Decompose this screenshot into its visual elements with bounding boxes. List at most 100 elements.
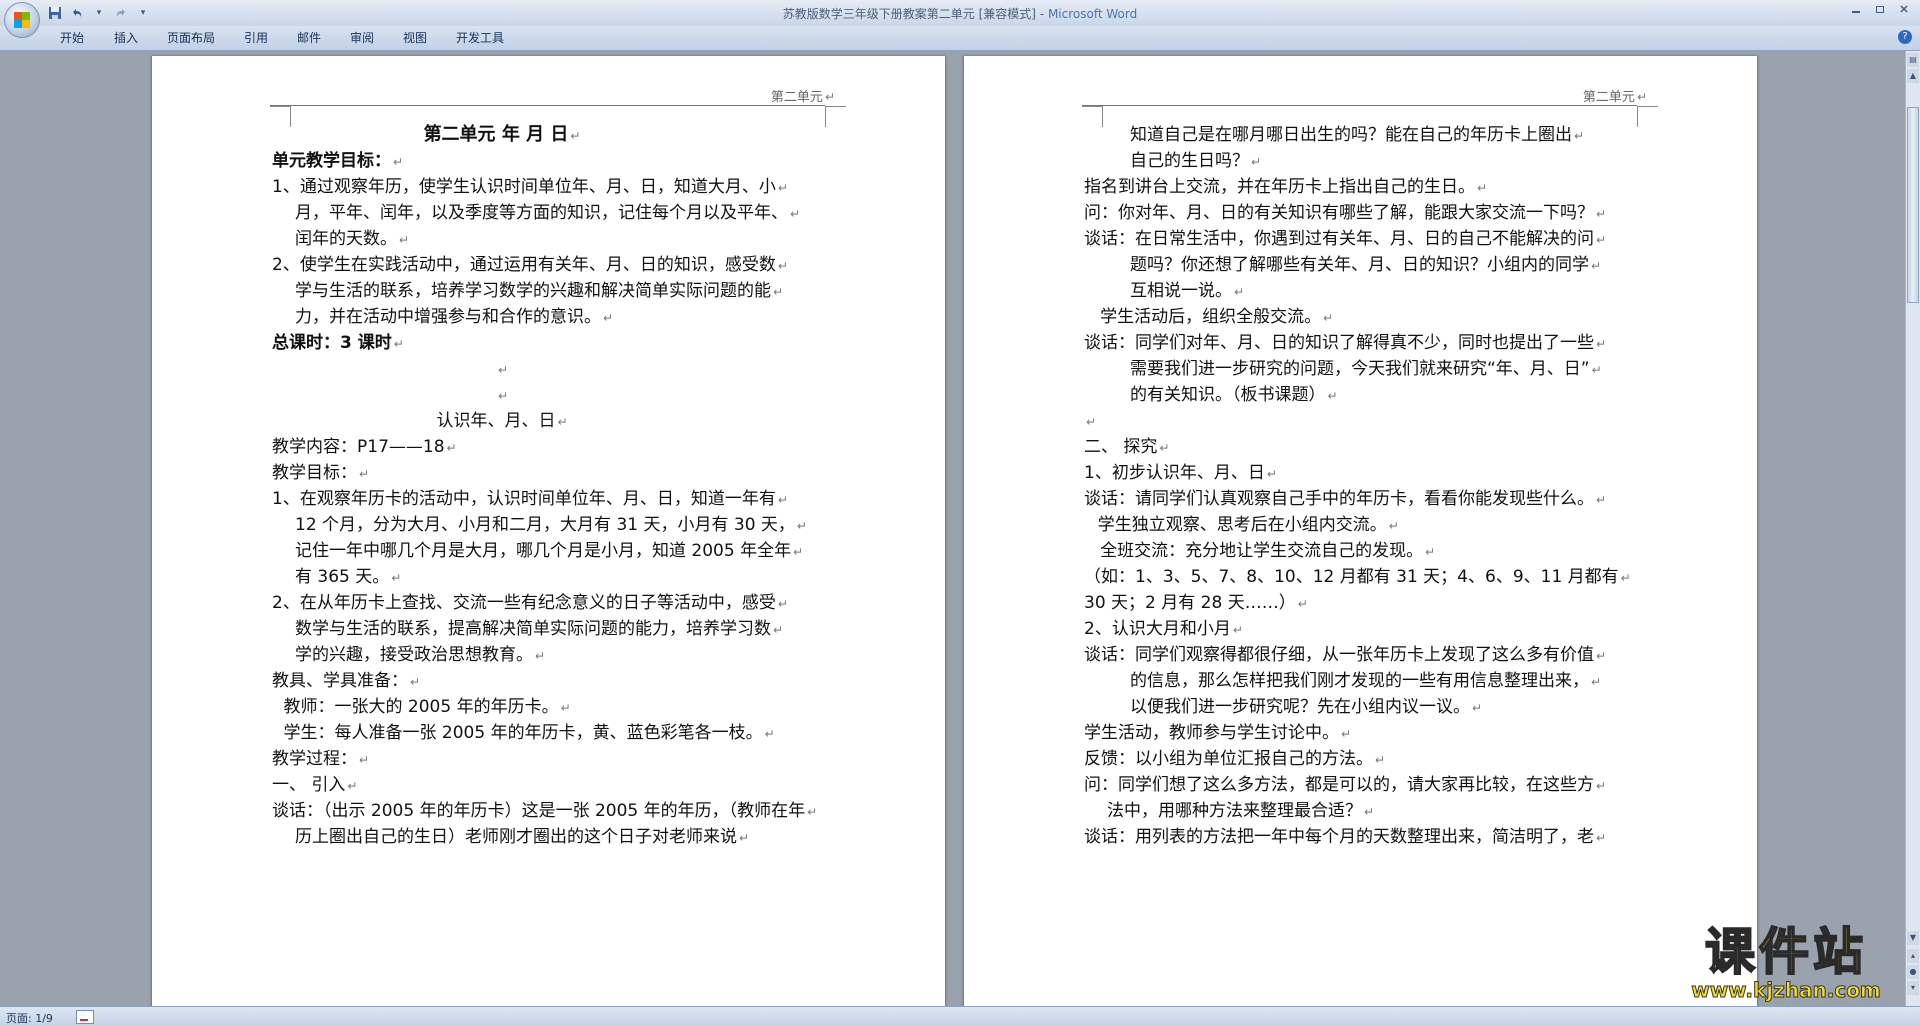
- paragraph-mark-icon: ↵: [1596, 337, 1607, 351]
- paragraph-text: 的有关知识。（板书课题）: [1130, 385, 1326, 405]
- page-2[interactable]: 第二单元 ↵ 知道自己是在哪月哪日出生的吗？能在自己的年历卡上圈出 ↵ 自己的生日吗？…: [964, 56, 1757, 1006]
- paragraph-line: 1、通过观察年历，使学生认识时间单位年、月、日，知道大月、小 ↵: [272, 174, 788, 200]
- paragraph-line: 的信息，那么怎样把我们刚才发现的一些有用信息整理出来， ↵: [1130, 668, 1601, 694]
- paragraph-line: 自己的生日吗？ ↵: [1130, 148, 1261, 174]
- paragraph-line: 教师：一张大的 2005 年的年历卡。 ↵: [284, 694, 571, 720]
- paragraph-mark-icon: ↵: [1251, 155, 1262, 169]
- paragraph-text: 二、 探究: [1084, 437, 1158, 457]
- paragraph-mark-icon: ↵: [1596, 779, 1607, 793]
- close-icon[interactable]: [1892, 0, 1916, 18]
- restore-icon[interactable]: [1868, 0, 1892, 18]
- paragraph-line: 全班交流：充分地让学生交流自己的发现。 ↵: [1100, 538, 1435, 564]
- paragraph-mark-icon: ↵: [1266, 467, 1277, 481]
- paragraph-line: 2、使学生在实践活动中，通过运用有关年、月、日的知识，感受数 ↵: [272, 252, 788, 278]
- paragraph-text: 学生活动，教师参与学生讨论中。: [1084, 723, 1339, 743]
- paragraph-text: 教学内容：P17——18: [272, 437, 445, 457]
- paragraph-mark-icon: ↵: [796, 519, 807, 533]
- ruler-toggle-icon[interactable]: ▤: [1907, 53, 1919, 67]
- paragraph-mark-icon: ↵: [1375, 753, 1386, 767]
- page-1[interactable]: 第二单元 ↵ 第二单元 年 月 日 ↵ 单元教学目标： ↵ 1、通过观察年历，使学生认识时…: [152, 56, 945, 1006]
- tab-developer[interactable]: 开发工具: [456, 30, 504, 46]
- paragraph-mark-icon: ↵: [1388, 519, 1399, 533]
- paragraph-mark-icon: ↵: [1159, 441, 1170, 455]
- document-name: 苏教版数学三年级下册教案第二单元 [兼容模式]: [782, 7, 1036, 21]
- window-title: 苏教版数学三年级下册教案第二单元 [兼容模式] - Microsoft Word: [782, 7, 1138, 21]
- paragraph-text: 知道自己是在哪月哪日出生的吗？能在自己的年历卡上圈出: [1130, 125, 1572, 145]
- tab-home[interactable]: 开始: [60, 30, 84, 46]
- paragraph-line: 记住一年中哪几个月是大月，哪几个月是小月，知道 2005 年全年 ↵: [295, 538, 803, 564]
- scroll-thumb[interactable]: [1907, 107, 1919, 303]
- paragraph-line: 法中，用哪种方法来整理最合适？ ↵: [1107, 798, 1374, 824]
- paragraph-mark-icon: ↵: [410, 675, 421, 689]
- paragraph-text: 问：同学们想了这么多方法，都是可以的，请大家再比较，在这些方: [1084, 775, 1594, 795]
- page-header: 第二单元 ↵: [1582, 90, 1647, 105]
- paragraph-text: 1、通过观察年历，使学生认识时间单位年、月、日，知道大月、小: [272, 177, 776, 197]
- tab-insert[interactable]: 插入: [114, 30, 138, 46]
- paragraph-text: 闰年的天数。: [295, 229, 397, 249]
- proofing-icon[interactable]: [76, 1010, 94, 1024]
- paragraph-mark-icon: ↵: [1596, 207, 1607, 221]
- paragraph-text: 反馈：以小组为单位汇报自己的方法。: [1084, 749, 1373, 769]
- header-rule: [270, 105, 825, 106]
- paragraph-text: 1、在观察年历卡的活动中，认识时间单位年、月、日，知道一年有: [272, 489, 776, 509]
- paragraph-text: 有 365 天。: [295, 567, 390, 587]
- paragraph-text: 教学过程：: [272, 749, 357, 769]
- paragraph-mark-icon: ↵: [1232, 623, 1243, 637]
- paragraph-line: 教学内容：P17——18 ↵: [272, 434, 457, 460]
- paragraph-line: 知道自己是在哪月哪日出生的吗？能在自己的年历卡上圈出 ↵: [1130, 122, 1584, 148]
- previous-page-icon[interactable]: ▴: [1907, 949, 1919, 963]
- paragraph-line: 教具、学具准备： ↵: [272, 668, 420, 694]
- paragraph-mark-icon: ↵: [1086, 415, 1097, 429]
- paragraph-text: 历上圈出自己的生日）老师刚才圈出的这个日子对老师来说: [295, 827, 737, 847]
- app-name: Microsoft Word: [1047, 7, 1138, 21]
- paragraph-text: 谈话：在日常生活中，你遇到过有关年、月、日的自己不能解决的问: [1084, 229, 1594, 249]
- paragraph-text: 单元教学目标：: [272, 151, 391, 171]
- paragraph-line: 有 365 天。 ↵: [295, 564, 401, 590]
- tab-mailings[interactable]: 邮件: [297, 30, 321, 46]
- paragraph-mark-icon: ↵: [773, 623, 784, 637]
- paragraph-text: 问：你对年、月、日的有关知识有哪些了解，能跟大家交流一下吗？: [1084, 203, 1594, 223]
- scroll-down-icon[interactable]: ▼: [1907, 931, 1919, 945]
- paragraph-line: 学生独立观察、思考后在小组内交流。 ↵: [1098, 512, 1399, 538]
- paragraph-line: 单元教学目标： ↵: [272, 148, 403, 174]
- paragraph-line: 闰年的天数。 ↵: [295, 226, 409, 252]
- office-button[interactable]: [4, 2, 40, 38]
- tab-page-layout[interactable]: 页面布局: [167, 30, 215, 46]
- window-controls: [1844, 0, 1916, 18]
- paragraph-line: 2、在从年历卡上查找、交流一些有纪念意义的日子等活动中，感受 ↵: [272, 590, 788, 616]
- tab-review[interactable]: 审阅: [350, 30, 374, 46]
- tab-references[interactable]: 引用: [244, 30, 268, 46]
- paragraph-text: 记住一年中哪几个月是大月，哪几个月是小月，知道 2005 年全年: [295, 541, 792, 561]
- office-logo-icon: [14, 12, 30, 28]
- paragraph-mark-icon: ↵: [739, 831, 750, 845]
- paragraph-mark-icon: ↵: [1234, 285, 1245, 299]
- paragraph-text: 教具、学具准备：: [272, 671, 408, 691]
- paragraph-mark-icon: ↵: [1596, 831, 1607, 845]
- paragraph-line: 30 天；2 月有 28 天……） ↵: [1084, 590, 1308, 616]
- select-browse-object-icon[interactable]: ●: [1907, 965, 1919, 979]
- paragraph-line: 二、 探究 ↵: [1084, 434, 1169, 460]
- paragraph-text: 2、认识大月和小月: [1084, 619, 1231, 639]
- paragraph-text: 力，并在活动中增强参与和合作的意识。: [295, 307, 601, 327]
- paragraph-line: 谈话：同学们对年、月、日的知识了解得真不少，同时也提出了一些 ↵: [1084, 330, 1606, 356]
- paragraph-line: 力，并在活动中增强参与和合作的意识。 ↵: [295, 304, 613, 330]
- title-bar: ▾ ▾ 苏教版数学三年级下册教案第二单元 [兼容模式] - Microsoft …: [0, 0, 1920, 38]
- paragraph-text: 谈话：同学们对年、月、日的知识了解得真不少，同时也提出了一些: [1084, 333, 1594, 353]
- scroll-up-icon[interactable]: ▲: [1907, 69, 1919, 83]
- paragraph-text: 谈话：请同学们认真观察自己手中的年历卡，看看你能发现些什么。: [1084, 489, 1594, 509]
- tab-view[interactable]: 视图: [403, 30, 427, 46]
- paragraph-line: 2、认识大月和小月 ↵: [1084, 616, 1243, 642]
- paragraph-text: 月，平年、闰年，以及季度等方面的知识，记住每个月以及平年、: [295, 203, 788, 223]
- watermark-logo: 课件站 www.kjzhan.com: [1668, 924, 1904, 1005]
- paragraph-mark-icon: ↵: [393, 337, 404, 351]
- paragraph-line: 谈话：同学们观察得都很仔细，从一张年历卡上发现了这么多有价值 ↵: [1084, 642, 1606, 668]
- paragraph-line: 的有关知识。（板书课题） ↵: [1130, 382, 1338, 408]
- page-indicator[interactable]: 页面: 1/9: [6, 1010, 53, 1026]
- help-icon[interactable]: ?: [1898, 30, 1912, 44]
- paragraph-line: 1、初步认识年、月、日 ↵: [1084, 460, 1277, 486]
- minimize-icon[interactable]: [1844, 0, 1868, 18]
- vertical-scrollbar[interactable]: ▤ ▲ ▼ ▴ ● ▾: [1905, 51, 1920, 1006]
- paragraph-line: 1、在观察年历卡的活动中，认识时间单位年、月、日，知道一年有 ↵: [272, 486, 788, 512]
- next-page-icon[interactable]: ▾: [1907, 981, 1919, 995]
- paragraph-mark-icon: ↵: [773, 285, 784, 299]
